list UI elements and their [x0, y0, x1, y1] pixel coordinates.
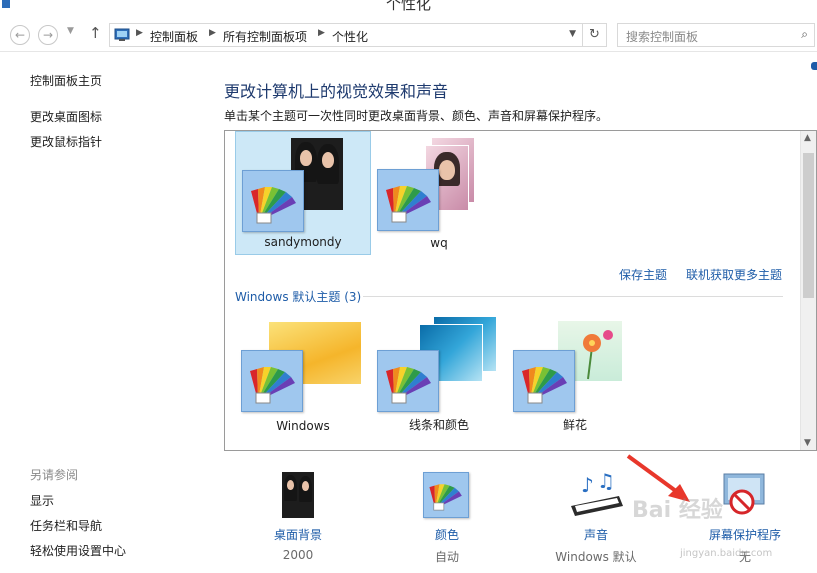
color-palette-icon	[241, 350, 303, 412]
theme-label: 线条和颜色	[408, 418, 469, 432]
recent-locations-chevron-icon[interactable]: ▼	[67, 26, 74, 36]
themes-list: sandymondy wq 保存主题 联机获取更多主题 Windows 默认主题…	[224, 130, 817, 451]
theme-label: 鲜花	[562, 418, 587, 432]
navigation-bar: ← → ▼ ↑ ▶ 控制面板 ▶ 所有控制面板项 ▶ 个性化 ▼ ↻ 搜索控制面…	[0, 18, 817, 52]
theme-wq[interactable]: wq	[371, 131, 507, 255]
default-themes-group-title: Windows 默认主题 (3)	[235, 290, 362, 304]
window-title: 个性化	[385, 0, 431, 13]
scroll-up-icon[interactable]: ▲	[804, 133, 811, 143]
watermark-text: Bai 经验	[632, 498, 723, 523]
breadcrumb-all-items[interactable]: 所有控制面板项	[223, 28, 307, 45]
svg-text:♪: ♪	[581, 473, 594, 497]
sidebar-item-desktop-icons[interactable]: 更改桌面图标	[30, 108, 102, 125]
svg-text:♫: ♫	[597, 472, 615, 493]
scroll-down-icon[interactable]: ▼	[804, 438, 811, 448]
breadcrumb-separator-icon: ▶	[318, 28, 325, 38]
sound-link[interactable]: 声音	[541, 526, 651, 543]
color-value: 自动	[434, 550, 459, 564]
breadcrumb-separator-icon: ▶	[136, 28, 143, 38]
address-dropdown-icon[interactable]: ▼	[569, 29, 576, 39]
sidebar-item-home[interactable]: 控制面板主页	[30, 72, 102, 89]
watermark-url: jingyan.baidu.com	[680, 548, 773, 559]
theme-label: sandymondy	[264, 235, 342, 249]
color-palette-icon	[377, 169, 439, 231]
screen-saver-icon	[723, 473, 765, 515]
sidebar-item-mouse-pointers[interactable]: 更改鼠标指针	[30, 133, 102, 150]
save-theme-link[interactable]: 保存主题	[619, 266, 667, 283]
color-icon	[423, 472, 469, 518]
color-palette-icon	[513, 350, 575, 412]
page-title: 更改计算机上的视觉效果和声音	[224, 82, 449, 101]
desktop-background-value: 2000	[282, 548, 314, 562]
breadcrumb-personalization[interactable]: 个性化	[332, 28, 368, 45]
theme-lines-and-colors[interactable]: 线条和颜色	[371, 314, 507, 438]
breadcrumb-control-panel[interactable]: 控制面板	[150, 28, 198, 45]
see-also-taskbar[interactable]: 任务栏和导航	[30, 517, 102, 534]
control-panel-icon	[114, 28, 130, 41]
vertical-scrollbar[interactable]: ▲ ▼	[800, 131, 816, 450]
search-icon[interactable]: ⌕	[801, 27, 808, 42]
scrollbar-thumb[interactable]	[803, 153, 814, 298]
see-also-display[interactable]: 显示	[30, 492, 54, 509]
see-also-title: 另请参阅	[30, 468, 79, 482]
title-bar: 个性化	[0, 0, 817, 18]
theme-sandymondy[interactable]: sandymondy	[235, 131, 371, 255]
screen-saver-link[interactable]: 屏幕保护程序	[690, 526, 800, 543]
color-palette-icon	[377, 350, 439, 412]
sound-icon: ♪ ♫	[571, 472, 623, 516]
group-divider	[363, 296, 783, 297]
forward-button[interactable]: →	[38, 25, 58, 45]
watermark: Bai 经验	[632, 492, 723, 524]
color-link[interactable]: 颜色	[392, 526, 502, 543]
up-arrow-icon[interactable]: ↑	[89, 24, 102, 42]
theme-windows[interactable]: Windows	[235, 314, 371, 438]
back-button[interactable]: ←	[10, 25, 30, 45]
breadcrumb-separator-icon: ▶	[209, 28, 216, 38]
refresh-button[interactable]: ↻	[582, 24, 606, 46]
scroll-indicator	[811, 62, 817, 70]
desktop-background-icon	[282, 472, 314, 518]
desktop-background-link[interactable]: 桌面背景	[243, 526, 353, 543]
theme-label: Windows	[276, 419, 330, 433]
search-input[interactable]: 搜索控制面板 ⌕	[617, 23, 815, 47]
address-bar[interactable]: ▶ 控制面板 ▶ 所有控制面板项 ▶ 个性化 ▼ ↻	[109, 23, 607, 47]
color-palette-icon	[242, 170, 304, 232]
theme-flowers[interactable]: 鲜花	[507, 314, 643, 438]
get-more-themes-link[interactable]: 联机获取更多主题	[686, 266, 782, 283]
sound-value: Windows 默认	[555, 550, 637, 564]
see-also-ease-of-access[interactable]: 轻松使用设置中心	[30, 542, 126, 559]
page-subtitle: 单击某个主题可一次性同时更改桌面背景、颜色、声音和屏幕保护程序。	[224, 109, 609, 123]
search-placeholder: 搜索控制面板	[626, 30, 699, 44]
theme-label: wq	[430, 236, 448, 250]
